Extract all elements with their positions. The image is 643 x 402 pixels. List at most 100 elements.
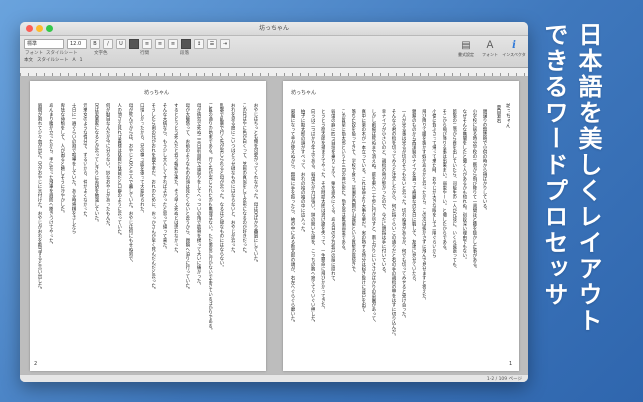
text-column: 小使に負ぶさって帰って来た時、おやじが大きな眼をして二階ぐらいから [432,109,437,258]
document-author: 夏目漱石 [497,105,501,123]
text-column: しかし創痕は死ぬまで消えぬ。庭を東へ二十歩に行き尽すと、南上がりにいささかばかり… [371,109,376,325]
align-right-button[interactable]: ≡ [168,39,178,49]
running-head: 坊っちゃん [291,90,317,96]
text-column: おれを見る度にこいつはどうせ碌なものにはならないと、おやじが云った。 [231,103,236,256]
info-button[interactable]: i インスペクタ [502,40,526,58]
text-column: 母が死んでからは、おやじと兄と三人で暮していた。おやじは何にもせぬ男で、 [128,103,133,265]
ruler[interactable] [20,68,528,77]
column-count-field[interactable]: 1 [80,57,83,65]
text-column: とうとう勘太郎を捕まえてやった。その時勘太郎は逃げ路を失って、一生懸命に飛びかか… [321,109,326,312]
text-column: 人の顔さえ見れば貴様は駄目だ駄目だと口癖のように云っていた。 [117,103,122,238]
text-column: 兄は実業家になるとか云ってしきりに英語を勉強していた。 [94,103,99,225]
text-column: 卑怯な待駒をして、人が困ると嬉しそうに冷やかした。 [60,103,65,216]
list-button[interactable]: ☰ [207,39,217,49]
highlight-color-well[interactable] [181,39,191,49]
headline: 日本語を美しくレイアウト できるワードプロセッサ [540,22,602,382]
italic-icon: / [107,41,109,47]
toolbar-label: 段落 [180,51,189,56]
text-column: 眉間が割れて少々血が出た。兄がおやじに言付けた。おやじがおれを勘当すると言い出し… [38,103,42,292]
underline-icon: U [119,41,123,47]
list-icon: ☰ [209,41,215,47]
bold-icon: B [93,41,97,47]
indent-button[interactable]: ⇥ [220,39,230,49]
text-column: 幸ナイフが小さいのと、親指の骨が堅かったので、今だに親指は手に付いている。 [381,109,386,276]
line-spacing-icon: ↕ [196,41,202,47]
toolbar-label: 文字色 [94,51,108,56]
font-style-select[interactable]: 標準 [24,39,64,49]
text-column: あんまり腹が立ったから、手に在った飛車を眉間へ擲きつけてやった。 [49,103,54,247]
text-column: この兄はやに色が白くって、芝居の真似をして女形になるのが好きだった。 [242,103,247,256]
text-column: 母が病気で死ぬ二三日前台所で宙返りをしてへっついの角で肋骨を撲って大いに痛かった… [197,103,202,288]
text-column: 何が駄目なんだか今に分らない。妙なおやじがあったもんだ。 [106,103,111,229]
text-column: 小学校に居る時分学校の二階から飛び降りて一週間ほど腰を抜かした事がある。 [472,109,477,271]
toolbar-label: 行間 [140,51,149,56]
toolbar-label: フォント [25,51,43,56]
toolbar-style-row: 本文 スタイルシート A 1 [24,57,82,65]
font-button[interactable]: Ａ フォント [478,40,502,58]
font-label: フォント [482,52,498,57]
text-column: 十日に一遍ぐらいの割で喧嘩をしていた。ある時将棋をさしたら [72,103,77,234]
page-number: 1 [509,361,513,367]
align-center-icon: ≡ [157,41,163,47]
headline-line: できるワードプロセッサ [540,22,568,308]
text-column: 拍子に勘太郎の頭がすべって、おれの袷の袖の中に這入った。 [301,109,306,235]
text-column: おやじはちっとも俺を可愛がってくれなかった。母は兄ばかり贔屓にしていた。 [254,103,258,265]
character-style-select[interactable]: A [73,57,76,65]
text-column: そんなら君の指を切ってみろと注文したから、何だ指ぐらいこの通りだと右の手の親指の… [392,109,397,339]
text-column: 一人が光る事は光るが切れそうもないと云った。切れぬ事があるか、何でも切ってみせる… [402,109,407,321]
page-left[interactable]: 坊っちゃん おやじはちっとも俺を可愛がってくれなかった。母は兄ばかり贔屓にしてい… [30,81,266,371]
inspector-label: 書式設定 [458,52,474,57]
inspector-icon: ▤ [461,40,471,51]
text-column: 乱暴で乱暴で行く先が案じられると母が云った。なるほど碌なものにはならない。 [219,103,224,270]
title-bar: 坊っちゃん [20,22,528,36]
paragraph-style-select[interactable]: 本文 [24,57,33,65]
toolbar-labels: フォント スタイルシート 文字色 行間 段落 [20,50,440,58]
text-column: 真中に栗の木が一本立っている。これは命より大事な栗だ。実の熟する時分は起き抜けに… [361,109,366,312]
font-size-field[interactable]: 12.0 [67,39,87,49]
bold-button[interactable]: B [90,39,100,49]
inspector-button[interactable]: ▤ 書式設定 [454,40,478,58]
align-left-icon: ≡ [144,41,150,47]
text-column: そんな大病なら、もう少し大人しくすればよかったと思って帰って来た。 [163,103,168,252]
align-center-button[interactable]: ≡ [155,39,165,49]
underline-button[interactable]: U [116,39,126,49]
text-column: 邪魔になって手が使えぬから、無暗に手を振ったら、袖の中にある勘太郎の頭が、右左へ… [291,109,295,325]
text-column: 親譲りの無鉄砲で小供の時から損ばかりしている。 [483,109,487,213]
document-area[interactable]: 坊っちゃん おやじはちっとも俺を可愛がってくれなかった。母は兄ばかり贔屓にしてい… [20,77,528,374]
text-column: そこから飛び降りる事は出来まい。弱虫やーい。と囃したからである。 [442,109,447,253]
page-number: 2 [34,361,38,367]
italic-button[interactable]: / [103,39,113,49]
text-column: ご覧の通りの始末である。行く先が案じられたのも無理はない。ただ懲役に行かないで生… [208,103,213,333]
toolbar-format-row: 標準 12.0 B / U ≡ ≡ ≡ ↕ ☰ ⇥ [24,39,230,49]
font-icon: Ａ [485,40,495,51]
document-title: 坊っちゃん [505,103,510,128]
toolbar-label: スタイルシート [46,51,78,56]
text-column: なぜそんな無闇をしたと聞く人があるかも知れぬ。別段深い理由でもない。 [462,109,467,262]
toolbar: 標準 12.0 B / U ≡ ≡ ≡ ↕ ☰ ⇥ フォント スタイルシート 文… [20,36,528,68]
info-label: インスペクタ [502,52,526,57]
page-right[interactable]: 坊っちゃん 坊っちゃん 夏目漱石 親譲りの無鉄砲で小供の時から損ばかりしている。… [283,81,519,371]
text-column: 母が大層怒って、お前のようなものの顔は見たくないと云うから、親類へ泊りに行ってい… [185,103,190,292]
text-column: そうしたら例の兄がおれを親不孝だ、おれのために、おっかさんが早く死んだんだと云っ… [151,103,156,292]
text-column: 元来女のような性分で、ずるいから、仲がよくなかった。 [83,103,88,220]
window-title: 坊っちゃん [258,25,289,32]
text-column: 弱虫の癖に四つ目垣を乗りこえて、栗を盗みにくる。ある日の夕方折戸の蔭に隠れて、 [331,109,336,285]
info-icon: i [512,40,516,51]
indent-icon: ⇥ [222,41,228,47]
text-column: この質屋に勘太郎という十三四の倅が居た。勘太郎は無論弱虫である。 [341,109,346,253]
text-column: 口惜しかったから、兄の横っ面を張って大変叱られた。 [140,103,145,216]
line-spacing-button[interactable]: ↕ [194,39,204,49]
text-column: 親類のものから西洋製のナイフを貰って奇麗な刃を日に翳して、友達に見せていたら、 [412,109,417,285]
text-column: 飛び降りて腰を抜かす奴があるかと云ったから、この次は抜かさずに飛んで見せますと答… [422,109,427,303]
align-left-button[interactable]: ≡ [142,39,152,49]
running-head: 坊っちゃん [144,90,170,96]
text-color-well[interactable] [129,39,139,49]
text-column: 新築の二階から首を出していたら、同級生の一人が冗談に、いくら威張っても、 [452,109,457,271]
text-column: するととうとう死んだと云う報知が来た。そう早く死ぬとは思わなかった。 [174,103,179,256]
text-column: 落ちた奴を拾ってきて、学校で食う。菜園の西側が山城屋という質屋の庭続きで、 [351,109,356,276]
status-bar: 1-2 / 109 ページ [20,374,528,382]
text-column: 向うは二つばかり年上である。弱虫だが力は強い。鉢の開いた頭を、こっちの胸へ宛てて… [311,109,316,325]
headline-line: 日本語を美しくレイアウト [574,22,602,334]
stylesheet-select[interactable]: スタイルシート [37,57,69,65]
align-right-icon: ≡ [170,41,176,47]
